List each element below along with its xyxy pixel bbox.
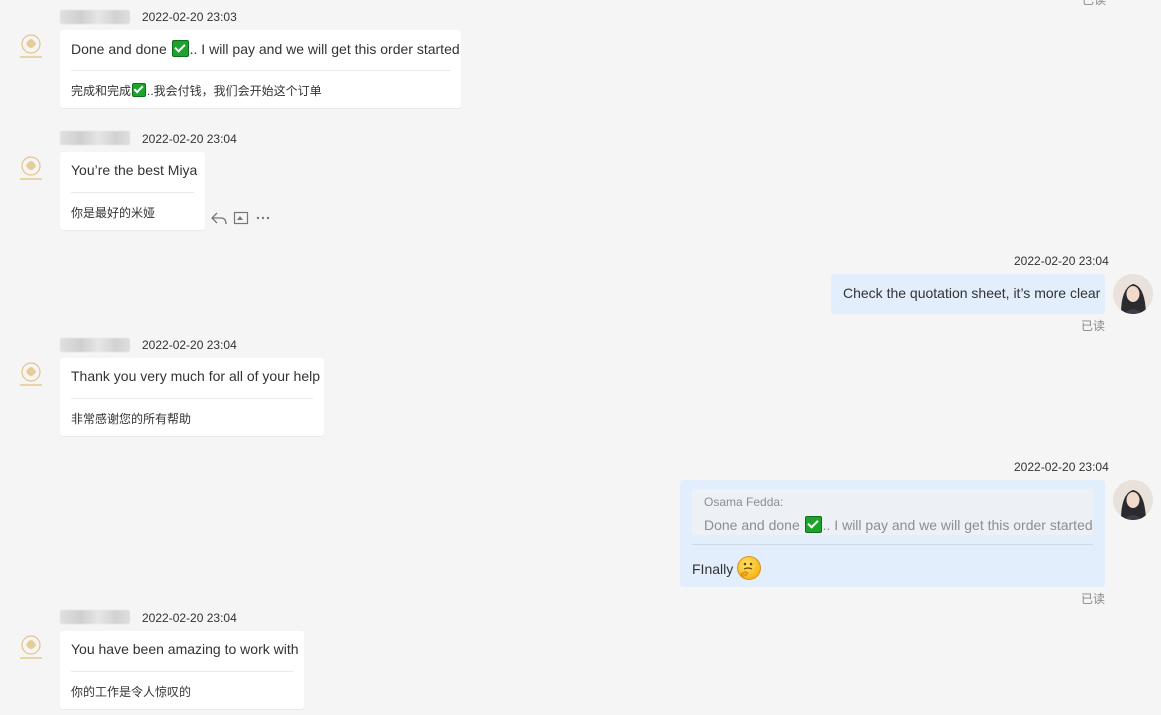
translation-text: 非常感谢您的所有帮助	[71, 412, 192, 426]
sender-name	[60, 610, 130, 624]
message-timestamp: 2022-02-20 23:04	[1014, 460, 1109, 474]
message-timestamp: 2022-02-20 23:04	[142, 338, 237, 352]
message-timestamp: 2022-02-20 23:04	[142, 611, 237, 625]
outgoing-message-bubble[interactable]: Osama Fedda: Done and done .. I will pay…	[680, 480, 1105, 587]
user-avatar[interactable]	[1113, 480, 1153, 520]
translation-divider	[71, 70, 450, 71]
message-timestamp: 2022-02-20 23:04	[142, 132, 237, 146]
more-icon[interactable]	[254, 211, 272, 229]
top-read-status: 已读	[1082, 0, 1107, 7]
thinking-face-emoji	[737, 556, 762, 580]
translation-divider	[71, 398, 313, 399]
sender-logo-avatar	[20, 362, 42, 386]
message-timestamp: 2022-02-20 23:04	[1014, 254, 1109, 268]
translation-text: 你的工作是令人惊叹的	[71, 685, 192, 699]
translation-divider	[71, 671, 293, 672]
message-text: Check the quotation sheet, it’s more cle…	[843, 285, 1101, 301]
message-bubble[interactable]: Done and done .. I will pay and we will …	[60, 30, 461, 108]
sender-name	[60, 10, 130, 24]
message-text: Thank you very much for all of your help	[71, 368, 321, 384]
translation-divider	[71, 192, 194, 193]
translation-text: 你是最好的米娅	[71, 206, 156, 220]
translation-text: 完成和完成 ..我会付钱，我们会开始这个订单	[71, 83, 322, 98]
user-avatar[interactable]	[1113, 274, 1153, 314]
message-bubble[interactable]: You have been amazing to work with 你的工作是…	[60, 631, 304, 709]
sender-logo-avatar	[20, 635, 42, 659]
quoted-message[interactable]: Osama Fedda: Done and done .. I will pay…	[692, 489, 1093, 535]
outgoing-message-bubble[interactable]: Check the quotation sheet, it’s more cle…	[831, 274, 1105, 314]
check-mark-emoji	[132, 83, 147, 97]
message-timestamp: 2022-02-20 23:03	[142, 10, 237, 24]
read-status: 已读	[1081, 592, 1106, 606]
message-text: FInally	[692, 556, 762, 580]
reply-icon[interactable]	[210, 211, 228, 229]
message-actions	[210, 211, 272, 229]
quote-divider	[692, 544, 1093, 545]
sender-logo-avatar	[20, 156, 42, 180]
sender-name	[60, 338, 130, 352]
message-bubble[interactable]: You’re the best Miya 你是最好的米娅	[60, 152, 205, 230]
quoted-text: Done and done .. I will pay and we will …	[704, 516, 1093, 533]
read-status: 已读	[1081, 319, 1106, 333]
check-mark-emoji	[804, 516, 822, 533]
message-text: You have been amazing to work with	[71, 641, 299, 657]
quoted-sender: Osama Fedda:	[704, 495, 784, 509]
message-text: You’re the best Miya	[71, 162, 198, 178]
message-bubble[interactable]: Thank you very much for all of your help…	[60, 358, 324, 436]
check-mark-emoji	[171, 40, 189, 57]
message-text: Done and done .. I will pay and we will …	[71, 40, 460, 57]
quote-icon[interactable]	[232, 211, 250, 229]
sender-logo-avatar	[20, 34, 42, 58]
sender-name	[60, 131, 130, 145]
